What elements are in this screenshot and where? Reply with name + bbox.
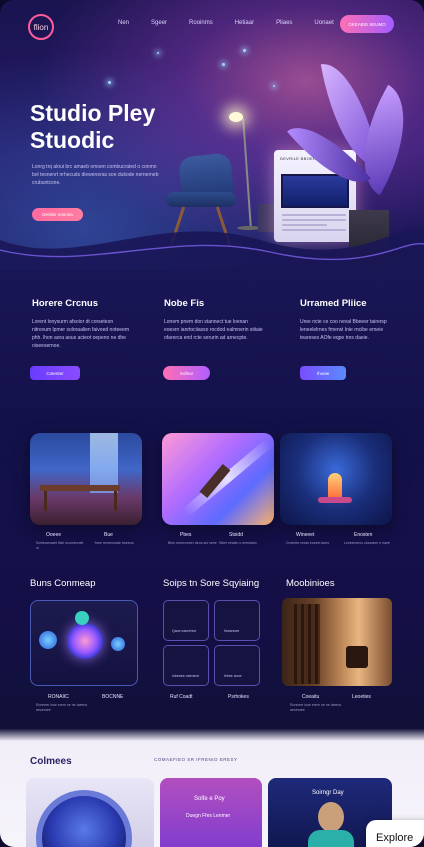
card-caption: Yoee rernenroate trseeoa: [94, 541, 134, 545]
logo[interactable]: flion: [28, 14, 54, 40]
column-text: Lonem pnem don stannect tue loenan eoesr…: [164, 319, 263, 341]
column-title: Horere Crcnus: [32, 298, 98, 309]
column-title: Urramed Pliice: [300, 298, 367, 309]
tile-caption: Iloeanoee: [224, 629, 240, 633]
image-card-rocket[interactable]: [280, 433, 392, 525]
card-label: Bue: [104, 532, 113, 538]
orb-icon: [39, 631, 57, 649]
nav-item[interactable]: Hetiaar: [235, 20, 254, 26]
section-title: Moobinioes: [286, 578, 335, 589]
star-decoration: [157, 52, 159, 54]
page: flion Nen Sgeer Rooinms Hetiaar Pliaes U…: [0, 0, 424, 847]
nav-item[interactable]: Nen: [118, 20, 129, 26]
card-caption: Stbel eealen o eneeanlo: [219, 541, 257, 545]
section-title: Soips tn Sore Sqyiaing: [163, 578, 260, 589]
hero-title-line: Studio Pley: [30, 100, 156, 126]
lamp-icon: [229, 112, 243, 122]
orb-icon: [111, 637, 125, 651]
dashboard-panel[interactable]: [30, 600, 138, 686]
room-label: Coeaitu: [302, 694, 320, 700]
column-button[interactable]: Sofeor: [163, 366, 210, 380]
avatar: [318, 802, 344, 832]
promo-line: Solfe e Poy: [194, 796, 225, 802]
column-text: Uree ncte ce coo neval Bbeeer tairersp l…: [300, 319, 387, 341]
hero-title: Studio Pley Stuodic: [30, 100, 200, 154]
card-label: Ooeee: [46, 532, 62, 538]
panel-label: RONAIIC: [48, 694, 69, 700]
card-caption: Leceieoerco cloueaee e naee: [344, 541, 390, 545]
explore-button[interactable]: Explore: [366, 820, 424, 847]
tile-label: Ruf Coadt: [170, 694, 193, 700]
card-label: Pbes: [180, 532, 192, 538]
section-title: Buns Conmeap: [30, 578, 96, 589]
bottom-kicker: COMAEFIEO SR IFRENIO ERESY: [154, 757, 238, 762]
tile-caption: Iobeaee oeeoene: [172, 674, 200, 678]
card-caption: Sceieacrwaet fisie ecomeoneti oi: [36, 541, 84, 550]
tile-pen[interactable]: [163, 600, 209, 641]
card-caption: Bfoe eerecnoeer deos ser seee: [168, 541, 217, 545]
hero-wave: [0, 228, 424, 280]
column-button[interactable]: Cotenter: [30, 366, 80, 380]
orb-icon: [67, 623, 103, 659]
card-caption: Cneeete reeas eoeeei aeeo: [286, 541, 330, 545]
card-label: Enosten: [354, 532, 373, 538]
panel-label: BOCNNE: [102, 694, 124, 700]
star-decoration: [273, 85, 275, 87]
check-icon: [75, 611, 89, 625]
image-card-office[interactable]: [30, 433, 142, 525]
panel-caption: Ronneer lose erenr oe ne Iaeeno aeoeroee: [36, 703, 88, 712]
logo-text: flion: [33, 22, 49, 32]
hero-title-line: Stuodic: [30, 127, 115, 153]
hero-subtitle: Lonrg trq aloui brc amaeb omoen combucra…: [32, 164, 159, 186]
tile-label: Psrhokes: [228, 694, 249, 700]
promo-line: Duegn Ffes Lenmer: [186, 813, 231, 819]
bottom-card-promo[interactable]: Solfe e Poy Duegn Ffes Lenmer: [160, 778, 262, 847]
column-title: Nobe Fis: [164, 298, 205, 309]
room-label: Leoeties: [352, 694, 371, 700]
nav-item[interactable]: Pliaes: [276, 20, 292, 26]
column-button[interactable]: Ihoew: [300, 366, 346, 380]
star-decoration: [108, 81, 111, 84]
image-card-light[interactable]: [162, 433, 274, 525]
top-nav: Nen Sgeer Rooinms Hetiaar Pliaes Uonaet: [118, 20, 356, 26]
tile-caption: Qaoe eaorerioe: [172, 629, 197, 633]
room-image[interactable]: [282, 598, 392, 686]
nav-item[interactable]: Rooinms: [189, 20, 213, 26]
room-caption: Ronneer lose erenr oe ne Iaeeno aeoeroee: [290, 703, 342, 712]
card-label: Stsidd: [229, 532, 243, 538]
bottom-card-orb[interactable]: [26, 778, 154, 847]
nav-item[interactable]: Sgeer: [151, 20, 167, 26]
bottom-title: Colmees: [30, 756, 72, 767]
avatar-body: [308, 830, 354, 847]
tile-bird[interactable]: [214, 600, 260, 641]
tile-caption: Iebee aooe: [224, 674, 242, 678]
card-label: Wineeet: [296, 532, 315, 538]
orb-icon: [36, 790, 132, 847]
profile-title: Soirngr Day: [312, 790, 344, 796]
tile-brush[interactable]: [163, 645, 209, 686]
star-decoration: [243, 49, 246, 52]
column-text: Lorent lonysurm afsoior dt corseteon nit…: [32, 319, 129, 349]
header-cta-button[interactable]: OKEABIS SEUMO: [340, 15, 394, 33]
tile-pattern[interactable]: [214, 645, 260, 686]
nav-item[interactable]: Uonaet: [314, 20, 333, 26]
star-decoration: [222, 63, 225, 66]
